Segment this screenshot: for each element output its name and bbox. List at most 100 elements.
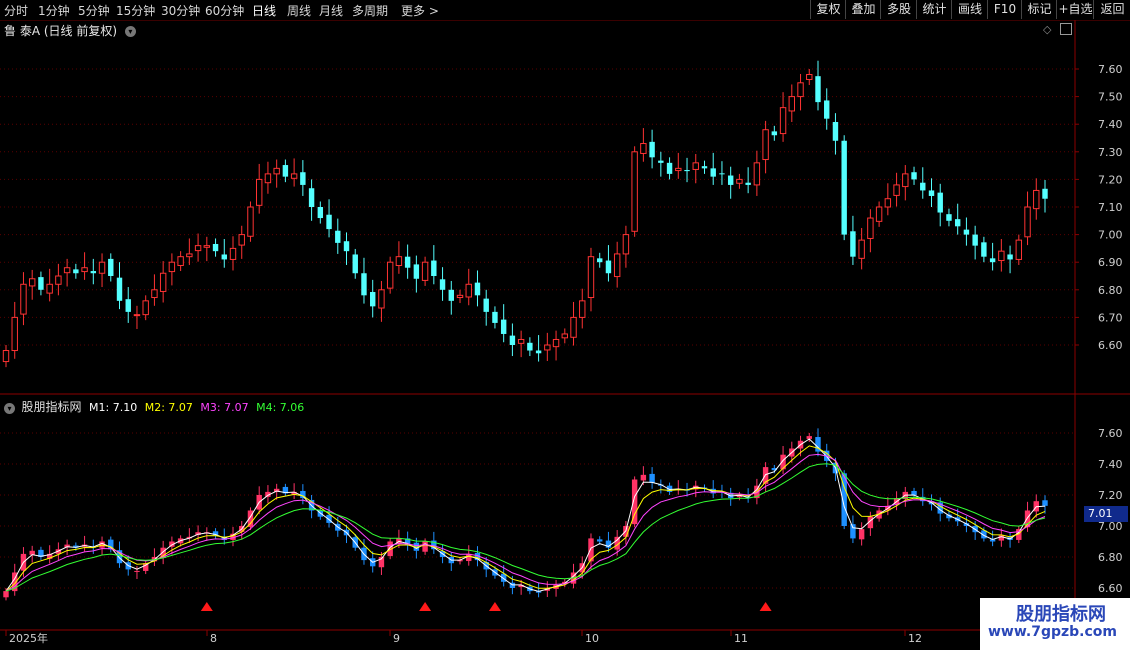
ind-candle-body bbox=[1042, 500, 1048, 506]
signal-triangle bbox=[419, 602, 432, 611]
candle-body bbox=[797, 82, 804, 98]
ind-candle-body bbox=[3, 591, 9, 598]
candle-body bbox=[439, 279, 446, 290]
candle-body bbox=[570, 316, 577, 338]
candle-body bbox=[483, 298, 489, 312]
candle-body bbox=[989, 258, 996, 263]
candle-body bbox=[238, 234, 245, 246]
candle-body bbox=[535, 350, 542, 354]
candle-body bbox=[308, 188, 315, 207]
candle-body bbox=[38, 277, 44, 290]
y-tick-label: 6.80 bbox=[1098, 551, 1123, 564]
candle-body bbox=[893, 184, 900, 196]
candle-body bbox=[229, 247, 237, 260]
candle-body bbox=[771, 131, 778, 136]
ind-candle-body bbox=[640, 474, 647, 481]
candle-body bbox=[858, 239, 865, 259]
ind-candle-body bbox=[998, 535, 1005, 541]
candle-body bbox=[317, 207, 324, 219]
candle-body bbox=[675, 167, 682, 172]
signal-triangle bbox=[200, 602, 213, 611]
ma-line-m2 bbox=[5, 445, 1046, 592]
candle-body bbox=[867, 217, 874, 239]
candle-body bbox=[911, 172, 917, 180]
candle-body bbox=[613, 253, 621, 278]
y-tick-label: 7.20 bbox=[1098, 173, 1123, 186]
candle-body bbox=[587, 256, 595, 299]
candle-body bbox=[273, 167, 280, 175]
candle-body bbox=[561, 333, 568, 339]
candle-body bbox=[640, 143, 647, 154]
candle-body bbox=[1015, 239, 1023, 260]
candle-body bbox=[352, 254, 358, 274]
x-tick-label: 8 bbox=[210, 632, 217, 645]
candle-body bbox=[806, 74, 813, 80]
candle-body bbox=[928, 190, 935, 196]
candle-body bbox=[159, 272, 167, 292]
x-tick-label: 12 bbox=[908, 632, 922, 645]
y-tick-label: 6.80 bbox=[1098, 284, 1123, 297]
candle-body bbox=[11, 316, 18, 352]
candle-body bbox=[194, 245, 202, 252]
ind-candle-body bbox=[631, 479, 638, 525]
candle-body bbox=[282, 165, 289, 177]
candle-body bbox=[81, 267, 88, 273]
candle-body bbox=[378, 289, 385, 309]
candle-body bbox=[28, 278, 36, 287]
y-tick-label: 7.50 bbox=[1098, 91, 1123, 104]
y-tick-label: 7.20 bbox=[1098, 489, 1123, 502]
candle-body bbox=[692, 162, 699, 170]
y-tick-label: 7.10 bbox=[1098, 201, 1123, 214]
candle-body bbox=[622, 234, 630, 255]
y-tick-label: 6.60 bbox=[1098, 339, 1123, 352]
candle-body bbox=[527, 342, 533, 351]
candle-body bbox=[850, 231, 856, 257]
candle-body bbox=[684, 170, 690, 172]
candle-body bbox=[963, 229, 970, 235]
candle-body bbox=[552, 338, 560, 348]
candle-body bbox=[841, 140, 847, 235]
ind-candle-body bbox=[422, 541, 428, 552]
candle-body bbox=[343, 241, 350, 252]
ind-candle-body bbox=[858, 529, 865, 540]
candle-body bbox=[701, 166, 708, 169]
y-tick-label: 6.70 bbox=[1098, 311, 1123, 324]
ma-line-m1 bbox=[5, 438, 1046, 592]
candle-body bbox=[73, 269, 79, 274]
candle-body bbox=[90, 271, 97, 274]
candle-body bbox=[579, 300, 586, 318]
candle-body bbox=[946, 214, 952, 221]
signal-triangle bbox=[488, 602, 501, 611]
candle-body bbox=[369, 292, 376, 307]
candle-body bbox=[492, 311, 498, 323]
x-tick-label: 2025年 bbox=[9, 631, 48, 645]
y-tick-label: 7.60 bbox=[1098, 427, 1123, 440]
candle-body bbox=[779, 107, 787, 135]
candle-body bbox=[116, 277, 123, 301]
candle-body bbox=[247, 206, 254, 237]
candle-body bbox=[788, 96, 796, 112]
candle-body bbox=[745, 182, 751, 185]
candle-body bbox=[108, 258, 114, 276]
candle-body bbox=[142, 300, 149, 316]
candle-body bbox=[264, 173, 272, 184]
candle-body bbox=[832, 121, 839, 141]
candle-body bbox=[98, 261, 106, 274]
candle-body bbox=[421, 261, 429, 281]
y-tick-label: 7.40 bbox=[1098, 118, 1123, 131]
candle-body bbox=[658, 160, 664, 163]
current-price-badge: 7.01 bbox=[1084, 506, 1128, 522]
candle-body bbox=[290, 173, 298, 179]
ind-candle-body bbox=[134, 570, 140, 572]
kline-chart[interactable]: 7.60 7.50 7.40 7.30 7.20 7.10 7.00 6.90 6.80 6.70… bbox=[0, 0, 1130, 650]
candle-body bbox=[954, 219, 961, 227]
candle-body bbox=[361, 273, 367, 296]
x-tick-label: 9 bbox=[393, 632, 400, 645]
candle-body bbox=[186, 253, 193, 258]
candle-body bbox=[710, 168, 716, 177]
candle-body bbox=[168, 261, 176, 273]
candle-body bbox=[448, 289, 454, 301]
ind-candle-body bbox=[911, 490, 917, 495]
x-tick-label: 11 bbox=[734, 632, 748, 645]
candle-body bbox=[981, 242, 987, 257]
